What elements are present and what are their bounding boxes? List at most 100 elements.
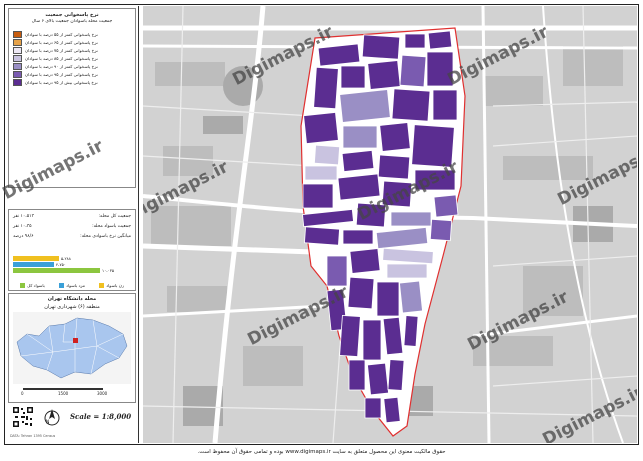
census-block: [348, 359, 366, 391]
census-block: [340, 65, 366, 89]
stat-label: جمعیت باسواد محله:: [92, 224, 131, 229]
legend-swatch: [13, 54, 22, 62]
scale-tick: 1500: [58, 391, 69, 396]
neighborhood-map: [143, 6, 637, 443]
legend-panel: نرخ پاسخوانی جمعیت جمعیت محله باسوادان ج…: [6, 6, 139, 443]
census-block: [364, 397, 382, 419]
census-block: [304, 226, 340, 246]
scale-tick: 0: [21, 391, 24, 396]
legend-item: نرخ پاسخوانی کمتر از ۸۵ درصد با سوادان: [13, 54, 131, 62]
legend-swatch: [13, 78, 22, 86]
literacy-bar-label: ۱۰،۰۳۵: [102, 268, 115, 273]
copyright-footer: حقوق مالکیت معنوی این محصول متعلق به سای…: [197, 449, 446, 455]
census-block: [399, 54, 427, 88]
census-block: [349, 248, 381, 274]
census-block: [386, 263, 428, 279]
location-box: محله دانشگاه تهران منطقه (۶) شهرداری تهر…: [8, 293, 136, 403]
legend-label: نرخ پاسخوانی کمتر از ۵۵ درصد با سوادان: [25, 31, 98, 37]
bar-legend-item: مرد باسواد: [59, 282, 85, 289]
location-title: محله دانشگاه تهران: [47, 296, 97, 302]
stat-label: جمعیت کل محله:: [98, 214, 131, 219]
locator-scale: 0 1500 3000: [13, 386, 131, 400]
bar-legend: باسواد کل مرد باسواد زن باسواد: [13, 282, 131, 289]
census-block: [342, 229, 374, 245]
stat-value: ۱۰،۳۵ نفر: [13, 224, 32, 229]
literacy-bars: ۵،۲۸۸ ۴،۷۵۰ ۱۰،۰۳۵: [13, 256, 131, 278]
bar-legend-label: زن باسواد: [106, 283, 124, 288]
scale-tick: 3000: [97, 391, 108, 396]
legend-item: نرخ پاسخوانی کمتر از ۷۵ درصد با سوادان: [13, 46, 131, 54]
census-block: [342, 125, 378, 149]
legend-swatch: [13, 46, 22, 54]
legend-label: نرخ پاسخوانی کمتر از ۶۵ درصد با سوادان: [25, 39, 98, 45]
census-block: [367, 60, 401, 90]
legend-item: نرخ پاسخوانی کمتر از ۹۵ درصد با سوادان: [13, 70, 131, 78]
census-block: [313, 144, 341, 166]
census-block: [432, 89, 458, 121]
census-block: [404, 33, 426, 49]
svg-text:N: N: [46, 420, 50, 426]
census-block: [303, 111, 339, 145]
bar-legend-item: زن باسواد: [99, 282, 124, 289]
legend-item: نرخ پاسخوانی کمتر از ۵۵ درصد با سوادان: [13, 30, 131, 38]
census-block: [399, 280, 423, 314]
census-block: [379, 122, 411, 152]
bar-legend-swatch: [59, 283, 65, 288]
map-scale-text: Scale = 1:8,000: [70, 412, 132, 421]
census-block: [387, 359, 405, 391]
census-block: [304, 165, 338, 181]
small-print: DATA: Tehran 1395 Census: [10, 434, 56, 438]
legend-label: نرخ پاسخوانی کمتر از ۹۰ درصد با سوادان: [25, 63, 98, 69]
legend-title: نرخ پاسخوانی جمعیت: [45, 12, 99, 18]
legend-item: نرخ پاسخوانی کمتر از ۶۵ درصد با سوادان: [13, 38, 131, 46]
census-block: [339, 89, 391, 123]
legend-swatch: [13, 70, 22, 78]
legend-item: نرخ پاسخوانی بیش از ۹۵ درصد با سوادان: [13, 78, 131, 86]
census-block: [383, 396, 401, 424]
census-block: [391, 88, 431, 122]
census-block: [347, 276, 375, 310]
scale-box: N Scale = 1:8,000 DATA: Tehran 1395 Cens…: [8, 404, 136, 441]
location-subtitle: منطقه (۶) شهرداری تهران: [44, 304, 100, 310]
census-block: [317, 43, 361, 67]
stat-label: میانگین نرخ باسوادی محله:: [80, 234, 131, 239]
map-view: Digimaps.ir Digimaps.ir Digimaps.ir Digi…: [143, 6, 637, 443]
legend-label: نرخ پاسخوانی بیش از ۹۵ درصد با سوادان: [25, 79, 98, 85]
literacy-bar: [13, 268, 100, 273]
census-block: [367, 362, 389, 396]
location-marker: [73, 338, 78, 343]
stat-value: ۱۰،۵۱۳ نفر: [13, 214, 34, 219]
literacy-bar-label: ۴،۷۵۰: [56, 262, 66, 267]
census-block: [433, 194, 459, 218]
literacy-bar: [13, 262, 54, 267]
census-block: [390, 211, 432, 227]
stat-row-population: جمعیت کل محله: ۱۰،۵۱۳ نفر: [13, 214, 131, 220]
legend-swatch: [13, 38, 22, 46]
qr-code-icon: [12, 406, 34, 428]
census-block: [302, 183, 334, 209]
census-block: [341, 150, 375, 172]
tehran-locator-map: [13, 312, 131, 384]
legend-swatch: [13, 62, 22, 70]
bar-legend-swatch: [20, 283, 26, 288]
legend-subtitle: جمعیت محله باسوادان جمعیت بالای ۶ سال: [31, 19, 113, 24]
legend-swatch: [13, 30, 22, 38]
stats-box: جمعیت کل محله: ۱۰،۵۱۳ نفر جمعیت باسواد م…: [8, 209, 136, 291]
bar-legend-label: باسواد کل: [27, 283, 45, 288]
legend-item: نرخ پاسخوانی کمتر از ۹۰ درصد با سوادان: [13, 62, 131, 70]
stat-row-average: میانگین نرخ باسوادی محله: ۹۸/۶ درصد: [13, 234, 131, 240]
census-block: [429, 218, 453, 242]
census-block: [339, 314, 361, 358]
census-block: [362, 319, 382, 361]
census-block: [377, 154, 411, 180]
north-arrow-icon: N: [44, 409, 60, 426]
census-block: [376, 281, 400, 317]
census-block: [361, 34, 401, 60]
bar-legend-label: مرد باسواد: [66, 283, 85, 288]
census-block: [313, 66, 339, 110]
stat-value: ۹۸/۶ درصد: [13, 234, 34, 239]
census-block: [382, 316, 404, 356]
census-block: [403, 315, 419, 347]
census-block: [326, 255, 348, 287]
literacy-bar-label: ۵،۲۸۸: [61, 256, 71, 261]
